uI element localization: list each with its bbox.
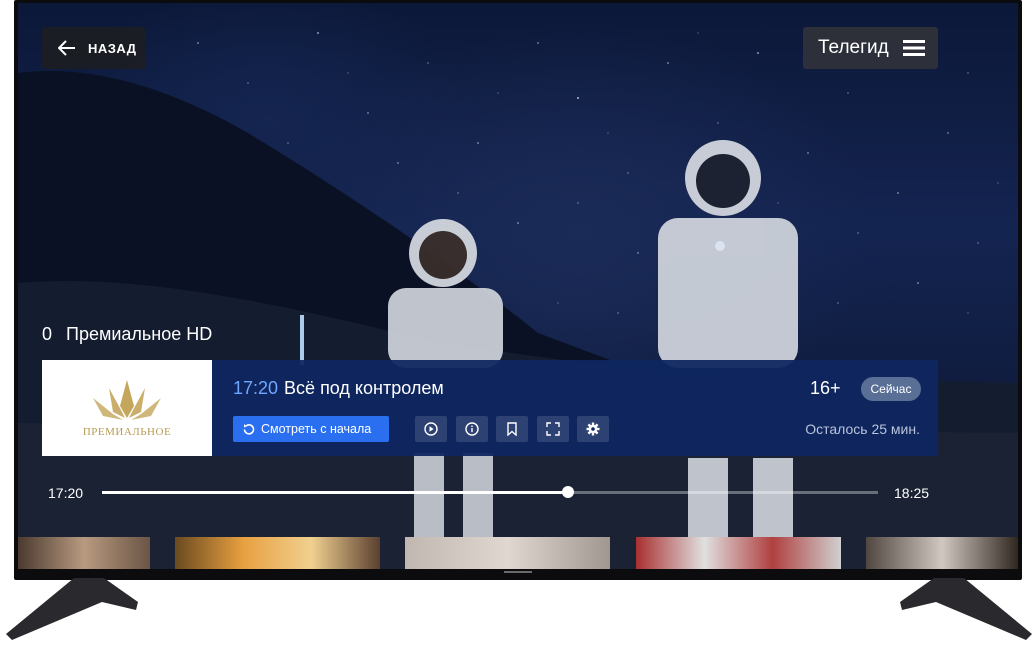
tv-brand-logo [504,571,532,573]
fullscreen-button[interactable] [537,416,569,442]
crown-logo-icon [93,380,161,420]
age-rating: 16+ [810,378,841,398]
play-button[interactable] [415,416,447,442]
settings-icon [586,422,600,436]
channel-logo: ПРЕМИАЛЬНОЕ [42,360,212,456]
now-badge: Сейчас [861,377,921,401]
thumbnail-2[interactable] [175,537,380,569]
menu-icon [902,40,925,56]
back-label: НАЗАД [88,40,137,56]
back-arrow-icon [58,40,75,56]
info-button[interactable] [456,416,488,442]
settings-button[interactable] [577,416,609,442]
back-button[interactable]: НАЗАД [42,27,146,69]
program-title-row: 17:20 Всё под контролем [233,378,444,399]
thumbnail-3[interactable] [405,537,610,569]
tv-screen [18,3,1018,569]
logo-text: ПРЕМИАЛЬНОЕ [82,426,172,438]
play-icon [424,422,438,436]
progress-end-time: 18:25 [894,485,930,501]
progress-start-time: 17:20 [48,485,84,501]
bookmark-button[interactable] [496,416,528,442]
program-time: 17:20 [233,378,279,398]
progress-knob[interactable] [561,486,574,498]
restart-icon [243,424,255,435]
thumbnail-5[interactable] [866,537,1018,569]
tv-stand-right [900,578,1032,640]
thumbnail-1[interactable] [18,537,150,569]
progress-track[interactable] [102,486,878,498]
channel-label: 0 Премиальное HD [42,324,212,345]
tv-guide-button[interactable]: Телегид [803,27,938,69]
program-title: Всё под контролем [284,378,444,398]
time-remaining: Осталось 25 мин. [805,421,920,437]
watch-from-start-label: Смотреть с начала [261,422,372,436]
watch-from-start-button[interactable]: Смотреть с начала [233,416,389,442]
tv-guide-label: Телегид [818,37,889,58]
channel-number: 0 [42,324,53,344]
progress-fill [102,491,568,494]
moon-landscape [18,71,1018,569]
info-icon [465,422,479,436]
channel-name: Премиальное HD [66,324,213,344]
bookmark-icon [507,422,517,436]
program-info-panel: 17:20 Всё под контролем 16+ Сейчас Смотре… [212,360,938,456]
fullscreen-icon [546,422,560,436]
tv-stand-left [6,578,138,640]
thumbnail-4[interactable] [636,537,841,569]
